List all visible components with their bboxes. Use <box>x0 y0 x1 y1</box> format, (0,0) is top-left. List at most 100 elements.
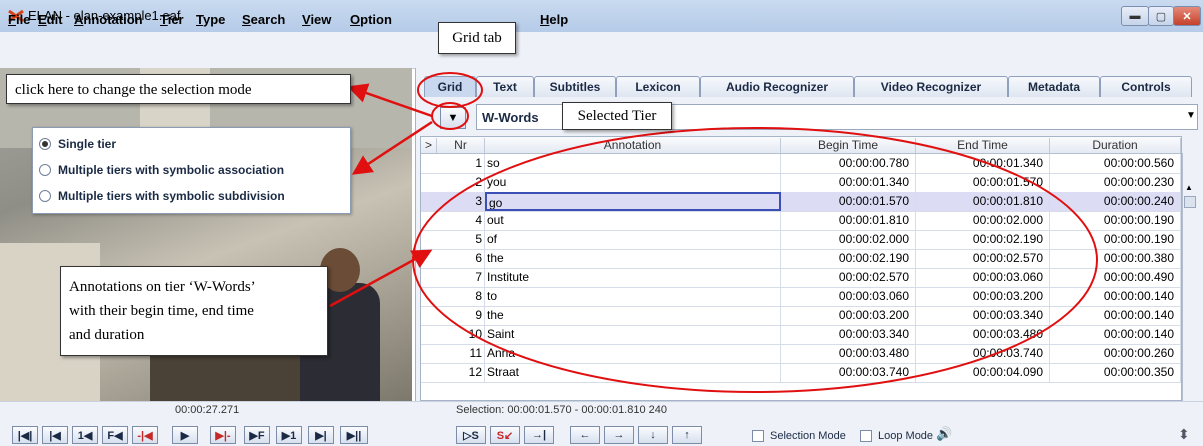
tier-down-button[interactable]: ↓ <box>638 426 668 444</box>
close-button[interactable]: ✕ <box>1173 6 1201 26</box>
table-row[interactable]: 6 the 00:00:02.190 00:00:02.570 00:00:00.380 <box>421 249 1181 269</box>
next-scrollview-button[interactable]: ▶| <box>308 426 334 444</box>
cell-nr[interactable]: 10 <box>437 325 485 344</box>
loop-mode-checkbox[interactable] <box>860 430 872 442</box>
cell-annotation[interactable]: so <box>485 154 781 173</box>
table-row[interactable]: 5 of 00:00:02.000 00:00:02.190 00:00:00.190 <box>421 230 1181 250</box>
scroll-up-icon[interactable]: ▲ <box>1183 182 1195 194</box>
volume-icon[interactable]: 🔊 <box>936 426 952 442</box>
previous-annotation-button[interactable]: ← <box>570 426 600 444</box>
mode-symbolic-subdivision[interactable]: Multiple tiers with symbolic subdivision <box>39 186 285 206</box>
tab-audio-recognizer[interactable]: Audio Recognizer <box>700 76 854 97</box>
cell-begin-time[interactable]: 00:00:02.000 <box>781 230 916 249</box>
cell-begin-time[interactable]: 00:00:03.060 <box>781 287 916 306</box>
tier-up-button[interactable]: ↑ <box>672 426 702 444</box>
cell-nr[interactable]: 2 <box>437 173 485 192</box>
menu-annotation[interactable]: Annotation <box>74 12 143 27</box>
table-row[interactable]: 1 so 00:00:00.780 00:00:01.340 00:00:00.560 <box>421 154 1181 174</box>
cell-begin-time[interactable]: 00:00:01.810 <box>781 211 916 230</box>
cell-nr[interactable]: 1 <box>437 154 485 173</box>
cell-nr[interactable]: 6 <box>437 249 485 268</box>
cell-end-time[interactable]: 00:00:03.060 <box>916 268 1050 287</box>
table-row[interactable]: 12 Straat 00:00:03.740 00:00:04.090 00:00:00… <box>421 363 1181 383</box>
cell-annotation[interactable]: the <box>485 306 781 325</box>
selection-mode-button[interactable]: ▼ <box>440 107 466 129</box>
cell-begin-time[interactable]: 00:00:00.780 <box>781 154 916 173</box>
column-header-end-time[interactable]: End Time <box>916 138 1050 153</box>
cell-end-time[interactable]: 00:00:03.740 <box>916 344 1050 363</box>
cell-annotation[interactable]: the <box>485 249 781 268</box>
cell-nr[interactable]: 12 <box>437 363 485 382</box>
cell-annotation[interactable]: Anna <box>485 344 781 363</box>
table-row[interactable]: 11 Anna 00:00:03.480 00:00:03.740 00:00:00.2… <box>421 344 1181 364</box>
cell-begin-time[interactable]: 00:00:02.190 <box>781 249 916 268</box>
selection-mode-checkbox[interactable] <box>752 430 764 442</box>
cell-end-time[interactable]: 00:00:02.000 <box>916 211 1050 230</box>
cell-end-time[interactable]: 00:00:04.090 <box>916 363 1050 382</box>
tab-lexicon[interactable]: Lexicon <box>616 76 700 97</box>
table-row[interactable]: 7 Institute 00:00:02.570 00:00:03.060 00:00:… <box>421 268 1181 288</box>
toggle-selection-button[interactable]: →| <box>524 426 554 444</box>
cell-nr[interactable]: 8 <box>437 287 485 306</box>
radio-selected-icon[interactable] <box>39 138 51 150</box>
tab-subtitles[interactable]: Subtitles <box>534 76 616 97</box>
menu-help[interactable]: Help <box>540 12 568 27</box>
column-header-annotation[interactable]: Annotation <box>485 138 781 153</box>
table-row[interactable]: 4 out 00:00:01.810 00:00:02.000 00:00:00.190 <box>421 211 1181 231</box>
cell-annotation[interactable]: Saint <box>485 325 781 344</box>
cell-annotation[interactable]: of <box>485 230 781 249</box>
cell-end-time[interactable]: 00:00:03.340 <box>916 306 1050 325</box>
tab-metadata[interactable]: Metadata <box>1008 76 1100 97</box>
table-row[interactable]: 8 to 00:00:03.060 00:00:03.200 00:00:00.140 <box>421 287 1181 307</box>
go-to-end-button[interactable]: ▶|| <box>340 426 368 444</box>
cell-annotation[interactable]: Institute <box>485 268 781 287</box>
cell-duration[interactable]: 00:00:00.560 <box>1050 154 1181 173</box>
cell-begin-time[interactable]: 00:00:03.340 <box>781 325 916 344</box>
next-second-button[interactable]: ▶1 <box>276 426 302 444</box>
chevron-down-icon[interactable]: ▼ <box>1186 110 1196 121</box>
menu-edit[interactable]: Edit <box>38 12 63 27</box>
cell-nr[interactable]: 9 <box>437 306 485 325</box>
table-row[interactable]: 2 you 00:00:01.340 00:00:01.570 00:00:00.230 <box>421 173 1181 193</box>
cell-nr[interactable]: 4 <box>437 211 485 230</box>
menu-options[interactable]: Option <box>350 12 392 27</box>
cell-nr[interactable]: 3 <box>437 192 485 211</box>
play-selection-button[interactable]: ▷S <box>456 426 486 444</box>
table-row[interactable]: 9 the 00:00:03.200 00:00:03.340 00:00:00.140 <box>421 306 1181 326</box>
cell-annotation[interactable]: out <box>485 211 781 230</box>
column-header-begin-time[interactable]: Begin Time <box>781 138 916 153</box>
previous-frame-button[interactable]: F◀ <box>102 426 128 444</box>
go-to-begin-button[interactable]: |◀| <box>12 426 38 444</box>
cell-end-time[interactable]: 00:00:02.570 <box>916 249 1050 268</box>
cell-duration[interactable]: 00:00:00.350 <box>1050 363 1181 382</box>
cell-duration[interactable]: 00:00:00.490 <box>1050 268 1181 287</box>
cell-annotation[interactable]: go <box>485 192 781 211</box>
previous-scrollview-button[interactable]: |◀ <box>42 426 68 444</box>
cell-nr[interactable]: 11 <box>437 344 485 363</box>
previous-second-button[interactable]: 1◀ <box>72 426 98 444</box>
cell-begin-time[interactable]: 00:00:01.570 <box>781 192 916 211</box>
menu-type[interactable]: Type <box>196 12 225 27</box>
cell-end-time[interactable]: 00:00:01.570 <box>916 173 1050 192</box>
mode-symbolic-association[interactable]: Multiple tiers with symbolic association <box>39 160 284 180</box>
resize-icon[interactable]: ⬍ <box>1178 426 1190 443</box>
cell-begin-time[interactable]: 00:00:03.740 <box>781 363 916 382</box>
next-pixel-button[interactable]: ▶|- <box>210 426 236 444</box>
cell-duration[interactable]: 00:00:00.380 <box>1050 249 1181 268</box>
cell-begin-time[interactable]: 00:00:02.570 <box>781 268 916 287</box>
tab-text[interactable]: Text <box>476 76 534 97</box>
cell-begin-time[interactable]: 00:00:03.480 <box>781 344 916 363</box>
menu-tier[interactable]: Tier <box>160 12 184 27</box>
menu-search[interactable]: Search <box>242 12 285 27</box>
menu-file[interactable]: File <box>8 12 30 27</box>
play-button[interactable]: ▶ <box>172 426 198 444</box>
column-header-nr[interactable]: Nr <box>437 138 485 153</box>
cell-duration[interactable]: 00:00:00.140 <box>1050 287 1181 306</box>
cell-nr[interactable]: 7 <box>437 268 485 287</box>
cell-end-time[interactable]: 00:00:03.200 <box>916 287 1050 306</box>
tab-controls[interactable]: Controls <box>1100 76 1192 97</box>
cell-end-time[interactable]: 00:00:01.340 <box>916 154 1050 173</box>
menu-view[interactable]: View <box>302 12 331 27</box>
column-header-marker[interactable]: > <box>421 138 437 153</box>
cell-annotation[interactable]: Straat <box>485 363 781 382</box>
